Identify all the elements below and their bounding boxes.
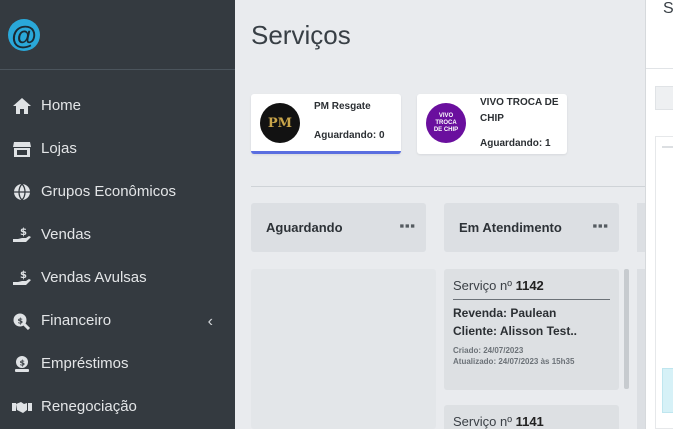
svg-text:$: $ [20, 358, 26, 367]
service-avatar-text: VIVO TROCA DE CHIP [433, 112, 459, 133]
side-panel: S [645, 0, 673, 429]
sidebar-item-vendas-avulsas[interactable]: $ Vendas Avulsas [0, 256, 235, 299]
app-logo[interactable]: @ [8, 18, 40, 51]
sidebar-item-emprestimos[interactable]: $ Empréstimos [0, 342, 235, 385]
ticket-label: Serviço nº [453, 278, 512, 293]
panel-button[interactable] [655, 86, 673, 110]
home-icon [11, 97, 33, 115]
sidebar-item-label: Grupos Econômicos [41, 183, 177, 200]
money-user-icon: $ [11, 355, 33, 373]
panel-title: S [663, 0, 673, 17]
service-name: PM Resgate [314, 101, 371, 112]
ticket-number: 1141 [515, 414, 544, 429]
service-status: Aguardando: 0 [314, 130, 385, 141]
sidebar-item-lojas[interactable]: Lojas [0, 127, 235, 170]
sidebar-item-label: Financeiro [41, 312, 112, 329]
service-card-pm-resgate[interactable]: PM PM Resgate Aguardando: 0 [251, 94, 401, 154]
sidebar-item-financeiro[interactable]: $ Financeiro ‹ [0, 299, 235, 342]
sidebar-item-grupos-economicos[interactable]: Grupos Econômicos [0, 170, 235, 213]
sidebar-item-label: Renegociação [41, 398, 137, 415]
column-body-aguardando [251, 269, 436, 429]
sidebar-item-label: Lojas [41, 140, 77, 157]
svg-text:$: $ [20, 227, 27, 238]
store-icon [11, 140, 33, 158]
page-title: Serviços [251, 20, 351, 50]
sidebar-item-renegociacao[interactable]: Renegociação [0, 385, 235, 428]
sidebar-item-home[interactable]: Home [0, 84, 235, 127]
sidebar-nav: Home Lojas Grupos Econômicos $ Vendas $ … [0, 70, 235, 428]
svg-text:$: $ [20, 270, 27, 281]
ticket-created: Criado: 24/07/2023 [453, 346, 524, 355]
hand-dollar-icon: $ [11, 269, 33, 287]
hand-dollar-icon: $ [11, 226, 33, 244]
service-name: VIVO TROCA DE CHIP [480, 97, 559, 124]
sidebar-item-label: Empréstimos [41, 355, 129, 372]
column-header-em-atendimento: Em Atendimento ⋮ [444, 203, 619, 252]
sidebar-item-label: Vendas [41, 226, 92, 243]
ticket-updated: Atualizado: 24/07/2023 às 15h35 [453, 357, 575, 366]
main-content: Serviços PM PM Resgate Aguardando: 0 VIV… [235, 0, 645, 429]
chevron-left-icon[interactable]: ‹ [208, 313, 213, 331]
search-dollar-icon: $ [11, 312, 33, 330]
kebab-menu-icon[interactable]: ⋮ [590, 217, 610, 235]
column-body-partial [637, 269, 645, 429]
handshake-icon [11, 398, 33, 416]
service-status: Aguardando: 1 [480, 138, 551, 149]
brand: @ [0, 0, 235, 70]
globe-icon [11, 183, 33, 201]
ticket-revenda: Revenda: Paulean [453, 306, 557, 320]
sidebar-item-label: Home [41, 97, 82, 114]
column-title: Em Atendimento [459, 220, 562, 235]
divider [251, 186, 645, 187]
service-card-vivo-troca-de-chip[interactable]: VIVO TROCA DE CHIP VIVO TROCA DE CHIP Ag… [417, 94, 567, 154]
kebab-menu-icon[interactable]: ⋮ [397, 217, 417, 235]
column-header-aguardando: Aguardando ⋮ [251, 203, 426, 252]
ticket-cliente: Cliente: Alisson Test.. [453, 324, 578, 338]
panel-info-alert [662, 368, 673, 413]
sidebar-item-label: Vendas Avulsas [41, 269, 147, 286]
svg-text:$: $ [18, 316, 24, 325]
ticket-number: 1142 [515, 278, 544, 293]
ticket-card[interactable]: Serviço nº 1142 Revenda: Paulean Cliente… [444, 269, 619, 390]
ticket-title: Serviço nº 1141 [453, 414, 610, 429]
column-scrollbar[interactable] [624, 269, 629, 389]
ticket-card[interactable]: Serviço nº 1141 [444, 405, 619, 429]
column-header-partial [637, 203, 645, 252]
ticket-title: Serviço nº 1142 [453, 278, 610, 300]
sidebar-item-vendas[interactable]: $ Vendas [0, 213, 235, 256]
panel-divider [646, 68, 673, 69]
ticket-label: Serviço nº [453, 414, 512, 429]
sidebar: @ Home Lojas Grupos Econômicos $ Vendas [0, 0, 235, 429]
column-title: Aguardando [266, 220, 343, 235]
service-avatar: VIVO TROCA DE CHIP [426, 103, 466, 143]
service-avatar: PM [260, 103, 300, 143]
service-avatar-text: PM [267, 115, 293, 131]
